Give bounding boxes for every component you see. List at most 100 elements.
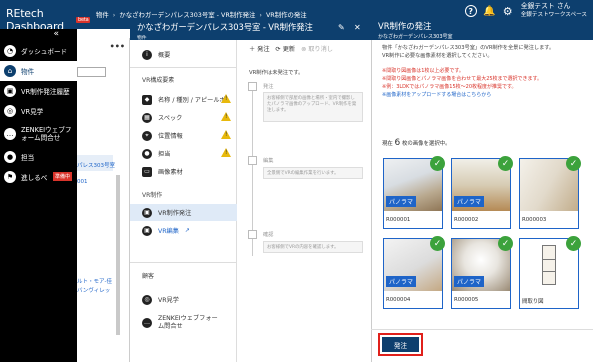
coming-soon-badge: 準備中 (53, 172, 73, 181)
vr-order-status: ＋ 発注 ⟳ 更新 ⊗ 取り消し VR制作は未発注です。 発注 お客様側で部屋の… (237, 40, 371, 362)
nav-label: 担当 (158, 151, 171, 158)
divider (130, 67, 237, 68)
image-tile[interactable]: 間取り図 ✓ (519, 236, 581, 309)
image-tile[interactable]: パノラマ R000005 ✓ (451, 236, 513, 309)
step-card: 全景側でVRの編集作業を行います。 (263, 167, 363, 179)
nav-images[interactable]: ▭ 画像素材 (130, 163, 237, 180)
close-icon[interactable]: ✕ (354, 23, 361, 32)
bell-icon[interactable]: 🔔 (483, 5, 495, 17)
spec-icon: ▦ (142, 112, 152, 123)
person-icon: ● (4, 151, 16, 163)
step-title: 編集 (263, 158, 274, 164)
section-label: VR構成要素 (142, 77, 175, 84)
description-text: 物件「かなざわガーデンパレス303号室」のVR制作を全景に発注します。 (382, 45, 555, 51)
page-title: かなざわガーデンパレス303号室 - VR制作発注 (137, 22, 313, 32)
nav-staff[interactable]: ● 担当 (130, 145, 237, 162)
nav-webform[interactable]: … ZENKEIウェブフォーム問合せ (130, 311, 237, 335)
chat-icon: … (4, 128, 16, 140)
list-search-input[interactable] (77, 67, 106, 77)
chevron-right-icon: › (112, 10, 116, 19)
upload-link[interactable]: ※画像素材をアップロードする場合はこちらから (382, 91, 491, 98)
submit-highlight: 発注 (378, 333, 423, 356)
step-checkbox (248, 156, 257, 165)
eye-icon: ◎ (4, 105, 16, 117)
add-button[interactable]: ＋ 発注 (249, 44, 270, 53)
sidebar-item-vr-order-history[interactable]: ▣ VR制作発注履歴 (0, 81, 77, 101)
nav-vr-tour[interactable]: ◎ VR見学 (130, 291, 237, 308)
external-link-icon: ↗ (184, 227, 190, 234)
check-icon: ✓ (430, 236, 445, 251)
sidebar-item-property[interactable]: ⌂ 物件 (0, 61, 77, 81)
scrollbar[interactable] (116, 175, 120, 335)
check-icon: ✓ (498, 156, 513, 171)
nav-spec[interactable]: ▦ スペック (130, 109, 237, 126)
image-tile[interactable]: R000003 ✓ (519, 156, 581, 229)
warning-icon (221, 112, 231, 121)
add-label: 発注 (257, 46, 270, 53)
image-tile[interactable]: パノラマ R000001 ✓ (383, 156, 445, 229)
requirement-text: ※間取り図画像とパノラマ画像を合わせて最大25枚まで選択できます。 (382, 76, 543, 82)
flag-icon: ⚑ (4, 171, 16, 183)
nav-vr-order[interactable]: ▣ VR制作発注 (130, 204, 237, 221)
list-item-text: パレス303号室 (77, 163, 115, 169)
gear-icon[interactable]: ⚙ (502, 5, 514, 18)
image-tile[interactable]: パノラマ R000002 ✓ (451, 156, 513, 229)
image-id: R000003 (522, 217, 547, 223)
count-value: 6 (394, 138, 401, 148)
info-icon: i (142, 49, 152, 60)
right-panel-title: VR制作の発注 (378, 21, 432, 31)
warning-icon (221, 130, 231, 139)
property-list-panel: ••• パレス303号室 001 ルト・モア-佳 バンヴィレッ (77, 38, 130, 362)
right-panel-subtitle: かなざわガーデンパレス303号室 (378, 34, 453, 40)
count-prefix: 現在 (382, 141, 393, 147)
cancel-button[interactable]: ⊗ 取り消し (301, 44, 333, 53)
step-checkbox (248, 82, 257, 91)
step-card: お客様側でVRの内容を確認します。 (263, 241, 363, 253)
requirement-text: ※間取り図画像は1枚以上必要です。 (382, 68, 464, 74)
chat-icon: … (142, 318, 152, 328)
sidebar-item-guide[interactable]: ⚑ 進しるべ 準備中 (0, 167, 77, 187)
sidebar-item-staff[interactable]: ● 担当 (0, 147, 77, 167)
image-tile[interactable]: パノラマ R000004 ✓ (383, 236, 445, 309)
pin-icon[interactable]: ✎ (338, 23, 345, 32)
check-icon: ✓ (566, 236, 581, 251)
panorama-badge: パノラマ (454, 276, 485, 287)
breadcrumb-item-0[interactable]: 物件 (96, 10, 109, 19)
selection-count: 現在 6 枚の画像を選択中。 (382, 138, 451, 148)
refresh-button[interactable]: ⟳ 更新 (276, 44, 296, 53)
nav-name-type[interactable]: ◆ 名称 / 種別 / アピールポ (130, 91, 237, 108)
brand-logo[interactable]: REtech Dashboard beta (0, 0, 91, 33)
nav-vr-edit[interactable]: ▣ VR編集 ↗ (130, 222, 237, 239)
nav-location[interactable]: ⌖ 位置情報 (130, 127, 237, 144)
refresh-label: 更新 (282, 46, 296, 53)
sidebar-item-dashboard[interactable]: ◔ ダッシュボード (0, 41, 77, 61)
sidebar-item-label: ZENKEIウェブフォーム問合せ (21, 126, 72, 142)
step-title: 発注 (263, 84, 274, 90)
image-id: R000002 (454, 217, 479, 223)
nav-label: VR編集 (158, 228, 179, 235)
collapse-icon[interactable]: « (0, 29, 77, 41)
step-card: お客様側で部屋の画像と場所・室内で撮影したパノラマ画像のアップロード、VR制作を… (263, 92, 363, 122)
image-id: R000001 (386, 217, 411, 223)
nav-label: 画像素材 (158, 169, 183, 176)
sidebar-item-label: VR見学 (21, 108, 44, 116)
warning-icon (221, 94, 231, 103)
help-icon[interactable]: ? (464, 5, 477, 17)
submit-order-button[interactable]: 発注 (382, 337, 419, 352)
floorplan-line (542, 259, 556, 260)
nav-label: 概要 (158, 52, 171, 59)
person-icon: ● (142, 148, 152, 159)
list-item-text: 001 (77, 179, 88, 185)
image-id: R000005 (454, 297, 479, 303)
warning-icon (221, 148, 231, 157)
home-icon: ⌂ (4, 65, 16, 77)
divider (130, 262, 237, 263)
sidebar-item-webform[interactable]: … ZENKEIウェブフォーム問合せ (0, 121, 77, 147)
nav-overview[interactable]: i 概要 (130, 46, 237, 63)
image-id: 間取り図 (522, 299, 544, 305)
toolbar: ＋ 発注 ⟳ 更新 ⊗ 取り消し (249, 44, 333, 53)
more-icon[interactable]: ••• (77, 38, 129, 54)
step-checkbox (248, 230, 257, 239)
location-icon: ⌖ (142, 130, 152, 141)
sidebar-item-vr-tour[interactable]: ◎ VR見学 (0, 101, 77, 121)
